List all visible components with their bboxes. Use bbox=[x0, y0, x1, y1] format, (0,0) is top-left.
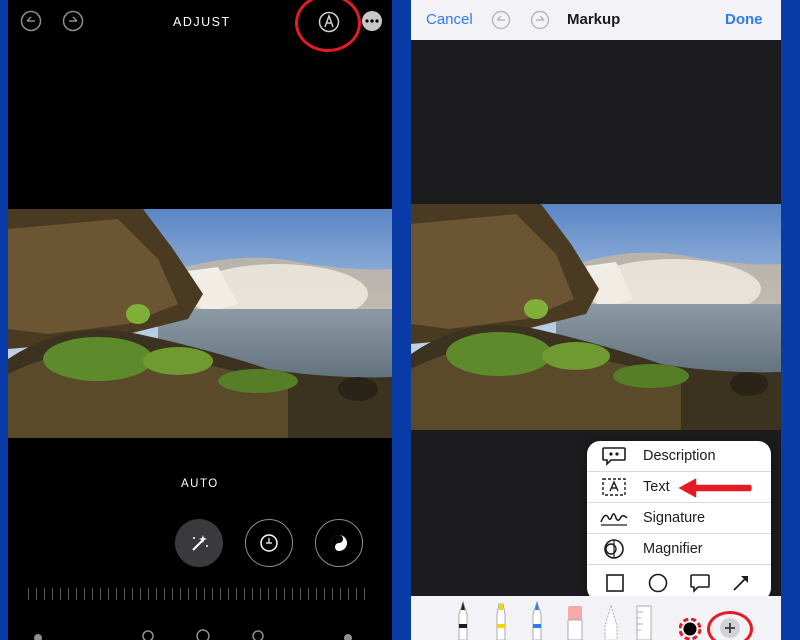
signature-icon bbox=[599, 507, 629, 529]
magic-wand-button[interactable] bbox=[175, 519, 223, 567]
menu-item-label: Text bbox=[643, 479, 670, 495]
text-box-icon bbox=[599, 476, 629, 498]
circle-icon[interactable] bbox=[648, 573, 668, 593]
brilliance-icon bbox=[328, 532, 350, 554]
mode-label: AUTO bbox=[181, 478, 219, 490]
cancel-button[interactable]: Cancel bbox=[426, 11, 473, 28]
pencil-tool[interactable] bbox=[529, 600, 545, 640]
magic-wand-icon bbox=[188, 532, 210, 554]
menu-item-label: Signature bbox=[643, 510, 706, 526]
more-icon[interactable] bbox=[361, 10, 383, 32]
pointer-arrow-annotation bbox=[675, 475, 755, 501]
page-title: Markup bbox=[567, 11, 621, 28]
square-icon[interactable] bbox=[605, 573, 625, 593]
description-icon bbox=[599, 445, 629, 467]
lasso-tool[interactable] bbox=[603, 604, 619, 640]
markup-add-menu: Description Text Signature Magnifier bbox=[587, 441, 771, 601]
undo-icon[interactable] bbox=[20, 10, 42, 32]
highlight-circle bbox=[707, 611, 753, 640]
menu-item-signature[interactable]: Signature bbox=[587, 503, 771, 534]
ruler-tool[interactable] bbox=[635, 604, 653, 640]
redo-icon[interactable] bbox=[62, 10, 84, 32]
exposure-button[interactable] bbox=[245, 519, 293, 567]
photos-adjust-screen: ADJUST AUTO bbox=[8, 0, 392, 640]
redo-icon[interactable] bbox=[530, 10, 550, 30]
waterfall-photo bbox=[8, 209, 392, 438]
waterfall-photo bbox=[411, 204, 781, 430]
menu-item-label: Description bbox=[643, 448, 716, 464]
header-title: ADJUST bbox=[173, 15, 231, 29]
speech-bubble-icon[interactable] bbox=[689, 573, 711, 593]
adjustment-slider[interactable] bbox=[28, 588, 372, 600]
done-button[interactable]: Done bbox=[725, 11, 763, 28]
brilliance-button[interactable] bbox=[315, 519, 363, 567]
pen-tool[interactable] bbox=[455, 600, 471, 640]
bottom-toolbar-partial bbox=[8, 626, 392, 640]
exposure-icon bbox=[258, 532, 280, 554]
markup-screen: Cancel Markup Done Description Text Sign… bbox=[411, 0, 781, 640]
markup-nav-bar: Cancel Markup Done bbox=[411, 0, 781, 40]
undo-icon[interactable] bbox=[491, 10, 511, 30]
eraser-tool[interactable] bbox=[566, 602, 584, 640]
menu-item-magnifier[interactable]: Magnifier bbox=[587, 534, 771, 565]
menu-item-description[interactable]: Description bbox=[587, 441, 771, 472]
markup-toolbar bbox=[411, 596, 781, 640]
marker-tool[interactable] bbox=[493, 600, 509, 640]
magnifier-icon bbox=[599, 538, 629, 560]
color-picker[interactable] bbox=[679, 618, 701, 640]
arrow-icon[interactable] bbox=[731, 573, 751, 593]
menu-item-label: Magnifier bbox=[643, 541, 703, 557]
highlight-circle bbox=[295, 0, 361, 52]
